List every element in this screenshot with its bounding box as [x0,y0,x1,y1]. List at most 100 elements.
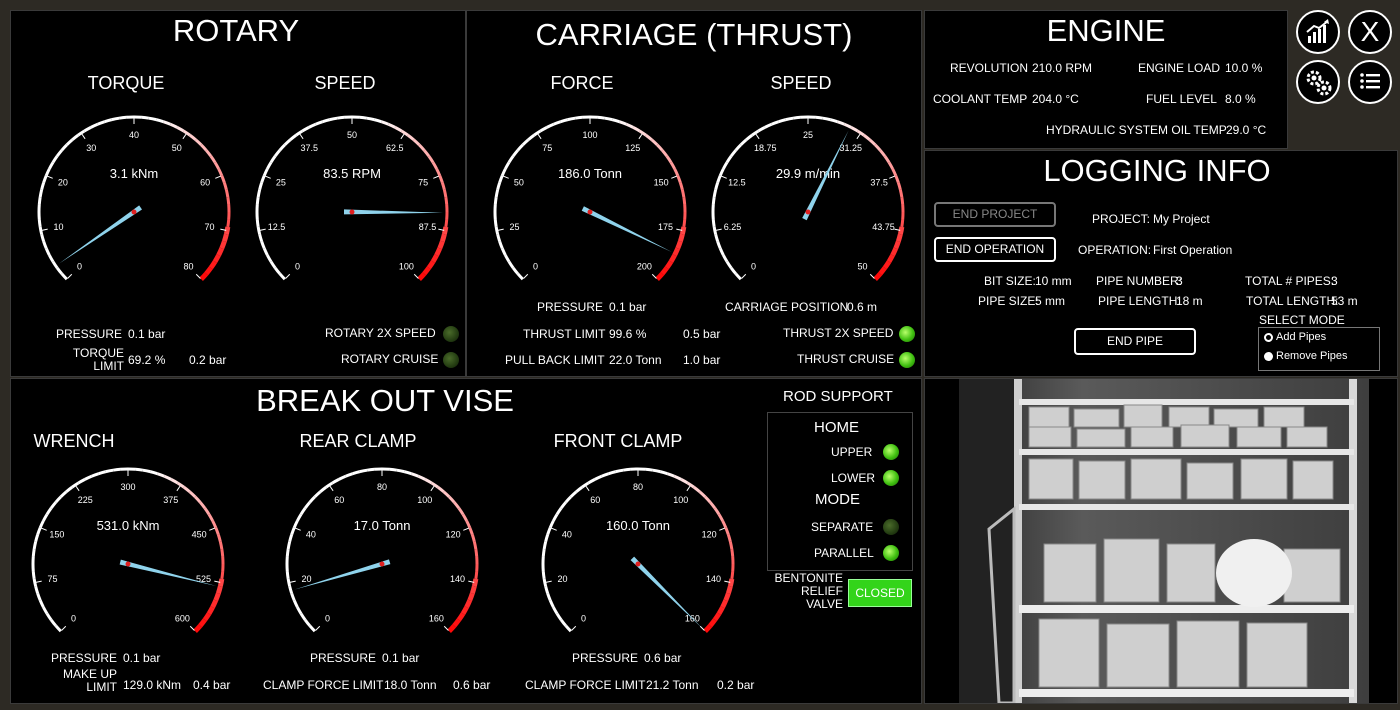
gauge-arc-segment [453,501,461,510]
add-pipes-label[interactable]: Add Pipes [1276,331,1326,343]
gauge-needle [630,556,703,629]
gauge-arc-segment [91,472,100,478]
gauge-arc-segment [893,240,901,250]
gauge-tick [502,175,509,179]
gauge-arc-segment [77,129,86,137]
gauge-tick-label: 75 [47,574,57,584]
gauge-hub [587,209,593,215]
gauge-arc-segment [65,485,74,493]
gauge-arc-segment [205,149,213,158]
torque-limit-value: 69.2 % [128,353,166,367]
gauge-tick [400,133,405,140]
gauge-arc-segment [292,520,299,529]
gauge-arc-segment [897,226,905,235]
front-pressure-label: PRESSURE [572,651,639,665]
gauge-tick [81,133,86,140]
gauge-arc-segment [418,143,426,152]
gauge-value: 531.0 kNm [97,518,160,533]
upper-label: UPPER [831,445,873,459]
bit-size-value: 10 mm [1035,274,1072,288]
upper-indicator [883,444,899,460]
gauge-arc-segment [194,138,203,146]
front-clamp-force-limit-value: 21.2 Tonn [646,678,699,692]
gauge-hub [125,561,131,567]
revolution-label: REVOLUTION [950,61,1029,75]
gauge-arc-segment [679,226,687,235]
end-pipe-button[interactable]: END PIPE [1074,328,1196,355]
gauge-arc-segment [739,138,748,146]
total-pipes-value: 3 [1331,274,1338,288]
gauge-arc-segment [494,226,500,235]
gauge-arc-segment [682,219,687,228]
gauge-arc-segment [220,175,226,184]
gauge-tick [209,527,216,531]
pull-back-limit-bar: 1.0 bar [683,353,721,367]
gauge-arc-segment [511,266,519,275]
gauge-arc-segment [37,219,42,228]
hydraulic-oil-temp-value: 29.0 °C [1226,123,1267,137]
gauge-arc-segment [211,520,218,529]
gauge-arc-segment [511,149,519,158]
bit-size-label: BIT SIZE: [984,274,1036,288]
gauge-arc-segment [442,189,448,198]
thrust-2x-speed-indicator [899,326,915,342]
chart-button[interactable] [1296,10,1340,54]
gauge-arc-segment [188,133,197,141]
gauge-arc-segment [403,470,412,476]
carriage-speed-title: SPEED [770,73,832,93]
gauge-tick [715,228,722,231]
gauge-tick-label: 80 [633,482,643,492]
gauge-tick-label: 120 [702,530,717,540]
settings-button[interactable] [1296,60,1340,104]
gauge-arc-segment [444,219,449,228]
gauge-tick-label: 37.5 [300,143,318,153]
gauge-tick [40,527,47,531]
gauge-tick [182,133,187,140]
gauge-tick-label: 600 [175,613,190,623]
gauge-arc-segment [472,541,478,550]
add-pipes-radio[interactable] [1264,333,1273,342]
gauge-arc-segment [141,115,150,120]
gauge-arc-segment [366,467,375,472]
gauge-arc-segment [714,182,720,191]
gauge-arc-segment [373,118,382,124]
rotary-panel: ROTARY TORQUE 0 10 20 30 40 50 60 70 80 3.1 kNm S… [10,10,466,377]
gauge-arc-segment [895,233,903,243]
gauge-arc-segment [708,618,717,628]
menu-button[interactable] [1348,60,1392,104]
gauge-arc-segment [555,507,563,516]
gauge-tick-label: 175 [658,222,673,232]
engine-load-value: 10.0 % [1225,61,1263,75]
torque-limit-label: TORQUE LIMIT [72,346,124,373]
thrust-limit-value: 99.6 % [609,327,647,341]
chart-icon [1306,19,1329,43]
gauge-arc-segment [48,254,55,263]
gauge-tick-label: 0 [533,261,538,271]
gauge-arc-segment [714,233,720,242]
gauge-arc-segment [98,470,107,476]
remove-pipes-radio[interactable] [1264,352,1273,361]
gauge-arc-segment [564,495,572,504]
bentonite-closed-button[interactable]: CLOSED [848,579,912,607]
gauge-tick-label: 30 [86,143,96,153]
mode-label: MODE [815,491,860,508]
close-button[interactable]: X [1348,10,1392,54]
gauge-tick [215,175,222,179]
gauge-arc-segment [676,175,682,184]
gauge-arc-segment [430,481,439,489]
end-project-button[interactable]: END PROJECT [934,202,1056,227]
gauge-tick-label: 18.75 [754,143,777,153]
gauge-arc-segment [730,548,735,557]
remove-pipes-label[interactable]: Remove Pipes [1276,350,1348,362]
rotary-cruise-label: ROTARY CRUISE [341,352,439,366]
end-operation-button[interactable]: END OPERATION [934,237,1056,262]
gauge-arc-segment [54,495,62,504]
camera-panel [924,378,1398,704]
gauge-arc-segment [680,189,686,198]
pull-back-limit-value: 22.0 Tonn [609,353,662,367]
gauge-arc-segment [496,182,502,191]
gauge-arc-segment [682,196,687,205]
gauge-arc-segment [42,513,49,522]
gauge-arc-segment [417,272,427,281]
gauge-arc-segment [498,175,504,184]
